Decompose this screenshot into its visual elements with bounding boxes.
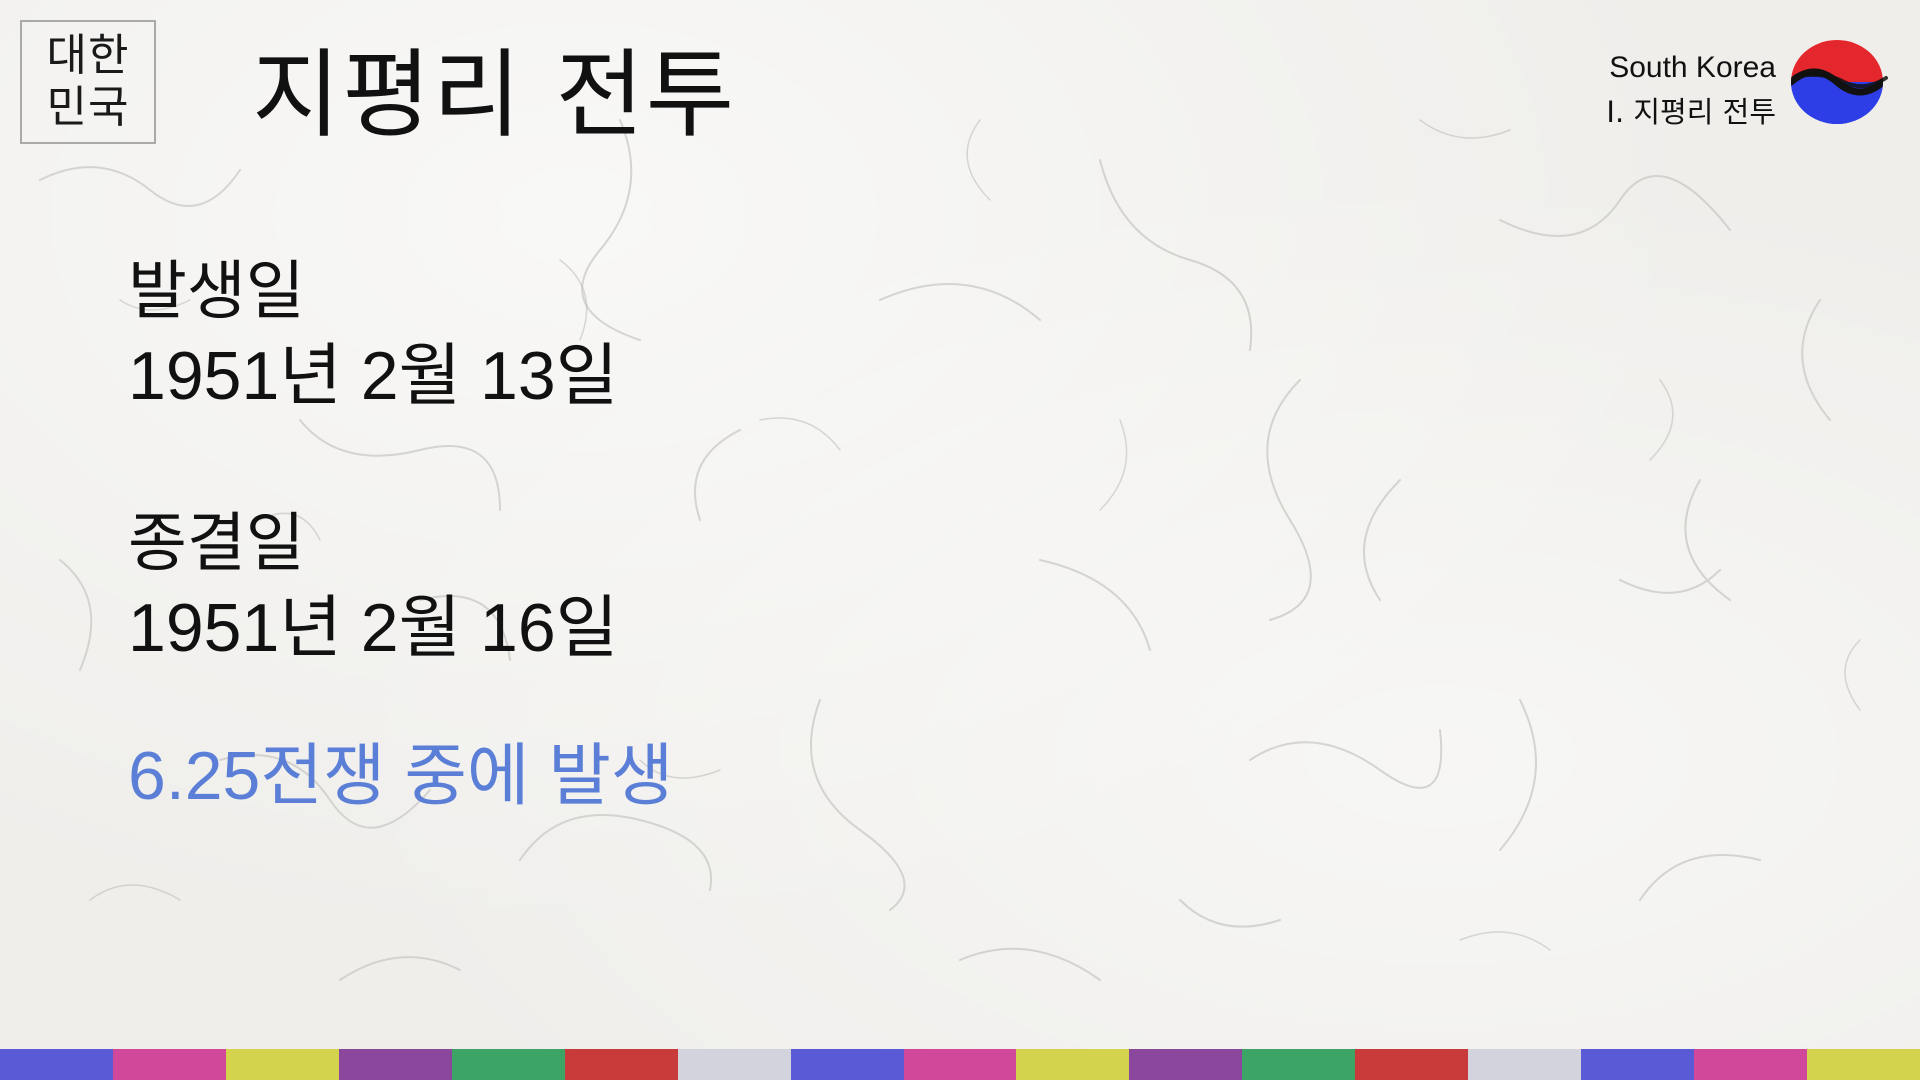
stripe-segment	[1355, 1049, 1469, 1080]
stripe-segment	[1807, 1049, 1920, 1080]
saekdong-stripe	[0, 1049, 1920, 1080]
slide-content: 발생일 1951년 2월 13일 종결일 1951년 2월 16일 6.25전쟁…	[128, 250, 674, 818]
stripe-segment	[451, 1049, 565, 1080]
stripe-segment	[225, 1049, 339, 1080]
slide-title: 지평리 전투	[252, 39, 737, 151]
stripe-segment	[903, 1049, 1017, 1080]
stripe-segment	[1016, 1049, 1130, 1080]
stamp-line-2: 민국	[46, 82, 130, 133]
stripe-segment	[677, 1049, 791, 1080]
corner-caption: South Korea Ⅰ. 지평리 전투	[1606, 46, 1776, 134]
war-note: 6.25전쟁 중에 발생	[128, 738, 674, 814]
start-label: 발생일	[128, 255, 305, 329]
stripe-segment	[338, 1049, 452, 1080]
stripe-segment	[1242, 1049, 1356, 1080]
start-date: 1951년 2월 13일	[128, 338, 619, 414]
korea-stamp-box: 대한 민국	[20, 20, 156, 144]
stripe-segment	[1694, 1049, 1807, 1080]
end-block: 종결일 1951년 2월 16일	[128, 502, 674, 670]
start-block: 발생일 1951년 2월 13일	[128, 250, 674, 418]
stripe-segment	[1129, 1049, 1243, 1080]
corner-section: Ⅰ. 지평리 전투	[1606, 95, 1776, 129]
stripe-segment	[564, 1049, 678, 1080]
stripe-segment	[112, 1049, 226, 1080]
end-date: 1951년 2월 16일	[128, 590, 619, 666]
stripe-segment	[1581, 1049, 1695, 1080]
stripe-segment	[0, 1049, 113, 1080]
stamp-line-1: 대한	[46, 30, 130, 81]
taegeuk-icon	[1791, 40, 1888, 124]
stripe-segment	[1468, 1049, 1582, 1080]
end-label: 종결일	[128, 507, 305, 581]
stripe-segment	[790, 1049, 904, 1080]
corner-country: South Korea	[1609, 51, 1776, 84]
